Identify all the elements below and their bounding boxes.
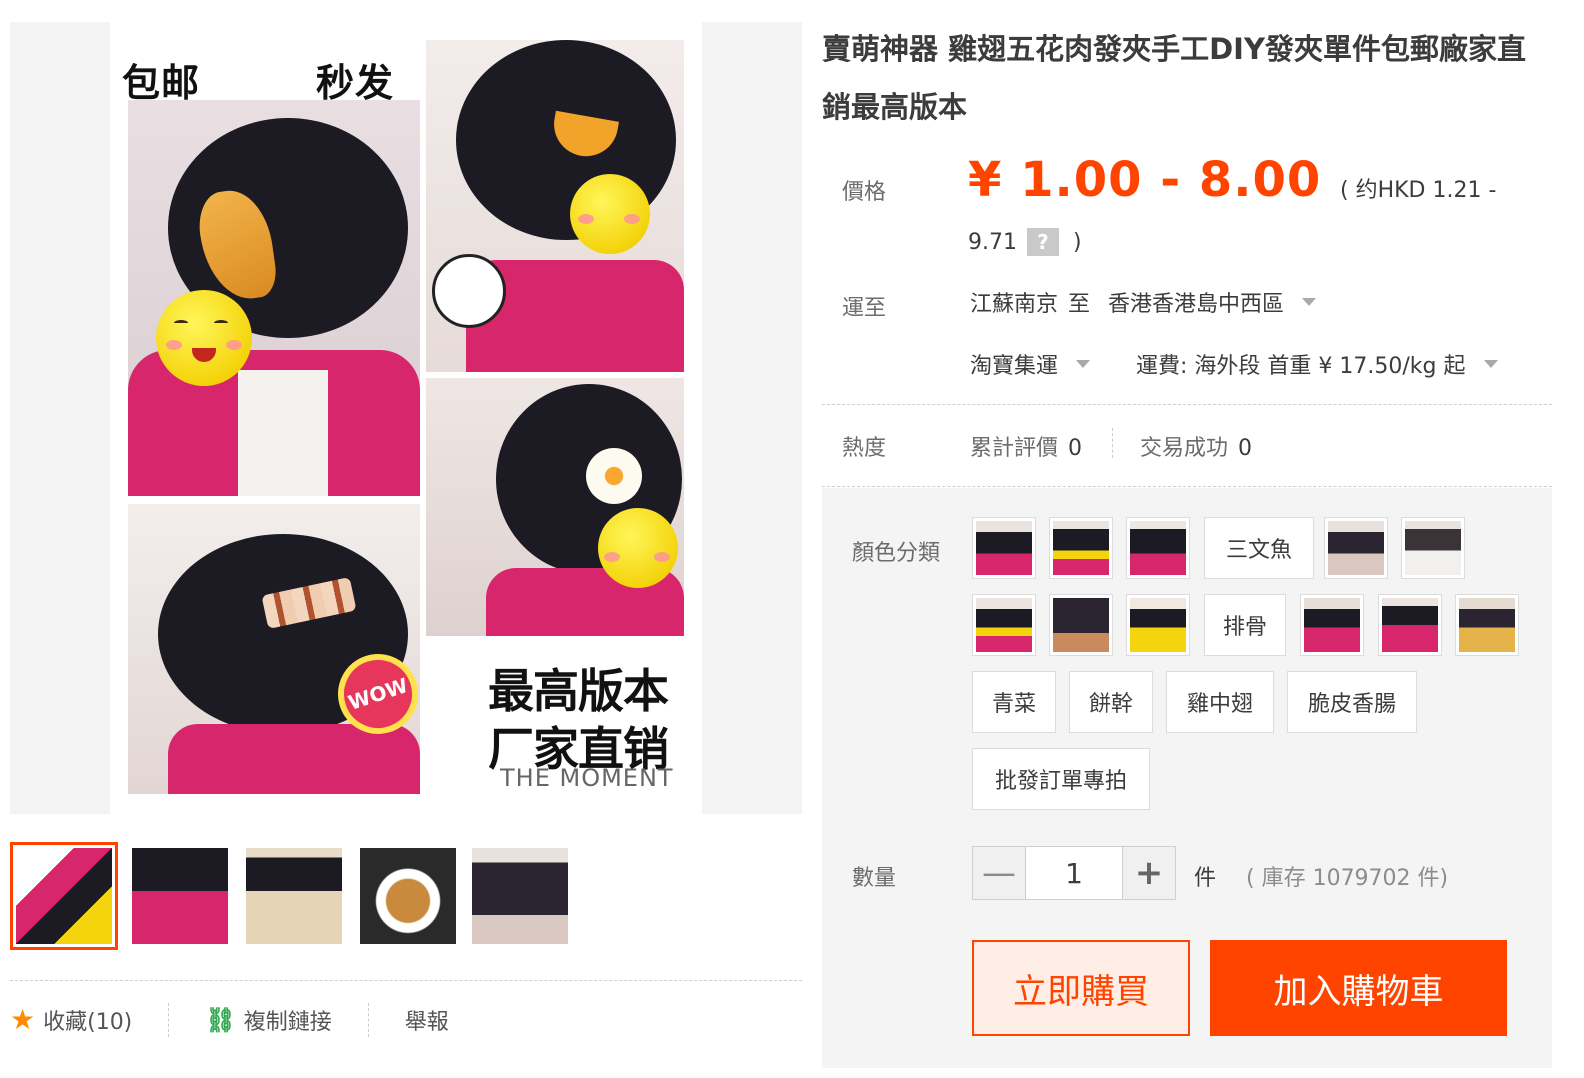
photo-panel-orange [426, 40, 684, 372]
sku-option-image[interactable] [1126, 517, 1190, 579]
quantity-label: 數量 [852, 866, 897, 891]
ship-method[interactable]: 淘寶集運 [970, 348, 1058, 380]
help-icon[interactable]: ? [1026, 228, 1059, 256]
ship-method-row: 淘寶集運 運費: 海外段 首重 ¥ 17.50/kg 起 [970, 348, 1498, 380]
sku-option-image[interactable] [1300, 594, 1364, 656]
sku-option-image[interactable] [1126, 594, 1190, 656]
sku-option-image[interactable] [1378, 594, 1442, 656]
ship-fee[interactable]: 運費: 海外段 首重 ¥ 17.50/kg 起 [1136, 348, 1465, 380]
sales-count: 交易成功 0 [1140, 430, 1252, 462]
sku-option-salmon[interactable]: 三文魚 [1204, 517, 1314, 579]
price-hkd-close: ) [1072, 229, 1082, 255]
slogan-line1: 最高版本 [488, 664, 669, 718]
thumbnail-2[interactable] [126, 842, 234, 950]
thumbnail-4[interactable] [354, 842, 462, 950]
quantity-input[interactable]: 1 [1025, 847, 1123, 899]
buy-now-button[interactable]: 立即購買 [972, 940, 1190, 1036]
photo-panel-egg [426, 378, 684, 636]
price-range: ¥ 1.00 - 8.00 [968, 152, 1322, 208]
free-shipping-tag: 包邮 [122, 61, 201, 105]
ship-to-word: 至 [1068, 292, 1091, 317]
review-count-label: 累計評價 [970, 436, 1059, 461]
thumbnail-5[interactable] [466, 842, 574, 950]
ship-origin: 江蘇南京 [970, 292, 1059, 317]
thumbnail-3[interactable] [240, 842, 348, 950]
review-count-value: 0 [1068, 436, 1083, 461]
chevron-down-icon[interactable] [1483, 360, 1498, 368]
sku-option-image[interactable] [1401, 517, 1465, 579]
ship-destination[interactable]: 香港香港島中西區 [1108, 286, 1284, 318]
product-title: 賣萌神器 雞翅五花肉發夾手工DIY發夾單件包郵廠家直銷最高版本 [822, 32, 1526, 124]
sku-option-image[interactable] [1455, 594, 1519, 656]
quantity-unit: 件 [1194, 866, 1217, 891]
review-count[interactable]: 累計評價 0 [970, 430, 1082, 462]
divider [10, 980, 802, 981]
stock-text: ( 庫存 1079702 件) [1246, 866, 1449, 891]
sku-option-sausage[interactable]: 脆皮香腸 [1287, 671, 1417, 733]
main-product-image[interactable]: 包邮 秒发 WOW 最高版本 厂家直销 THE MOMENT [10, 22, 802, 814]
sales-count-value: 0 [1238, 436, 1253, 461]
star-icon: ★ [10, 1003, 36, 1036]
favorite-button[interactable]: ★ 收藏(10) [10, 1004, 168, 1036]
sku-option-wholesale[interactable]: 批發訂單專拍 [972, 748, 1150, 810]
sku-option-ribs[interactable]: 排骨 [1204, 594, 1286, 656]
copy-link-label: 複制鏈接 [243, 1010, 332, 1035]
sales-count-label: 交易成功 [1140, 436, 1229, 461]
sku-option-image[interactable] [972, 517, 1036, 579]
price-hkd-upper: 9.71 [968, 229, 1017, 255]
link-icon: ⛓ [205, 1006, 236, 1034]
sku-option-chicken-wing[interactable]: 雞中翅 [1166, 671, 1274, 733]
price-block: ¥ 1.00 - 8.00 ( 约HKD 1.21 - 9.71 ? ) [968, 152, 1548, 256]
favorite-label: 收藏(10) [43, 1010, 133, 1035]
sku-option-greens[interactable]: 青菜 [972, 671, 1056, 733]
heat-label: 熱度 [842, 436, 887, 461]
sku-option-image[interactable] [1049, 517, 1113, 579]
social-actions: ★ 收藏(10) ⛓ 複制鏈接 舉報 [10, 1000, 485, 1040]
report-button[interactable]: 舉報 [405, 1004, 485, 1036]
divider [1112, 428, 1113, 458]
color-label: 顏色分類 [852, 541, 941, 566]
slogan-sub: THE MOMENT [500, 764, 674, 792]
quantity-stepper: — 1 + [972, 846, 1176, 900]
sku-option-image[interactable] [1324, 517, 1388, 579]
sku-option-image[interactable] [1049, 594, 1113, 656]
fast-ship-tag: 秒发 [316, 61, 395, 105]
ship-label: 運至 [842, 296, 887, 321]
ship-route: 江蘇南京 至 香港香港島中西區 [970, 286, 1317, 318]
sku-option-image[interactable] [972, 594, 1036, 656]
sku-option-biscuit[interactable]: 餅幹 [1069, 671, 1153, 733]
quantity-decrease-button[interactable]: — [973, 847, 1025, 899]
price-hkd: ( 约HKD 1.21 - [1340, 178, 1497, 203]
report-label: 舉報 [404, 1010, 449, 1035]
price-label: 價格 [842, 180, 887, 205]
thumbnail-1[interactable] [10, 842, 118, 950]
chevron-down-icon[interactable] [1302, 298, 1317, 306]
photo-panel-bacon: WOW [128, 504, 420, 794]
quantity-increase-button[interactable]: + [1123, 847, 1175, 899]
collage-image: 包邮 秒发 WOW 最高版本 厂家直销 THE MOMENT [110, 22, 702, 814]
chevron-down-icon[interactable] [1076, 360, 1091, 368]
add-to-cart-button[interactable]: 加入購物車 [1210, 940, 1507, 1036]
photo-panel-wing [128, 100, 420, 496]
divider [822, 404, 1552, 405]
copy-link-button[interactable]: ⛓ 複制鏈接 [205, 1004, 367, 1036]
divider [822, 486, 1552, 487]
